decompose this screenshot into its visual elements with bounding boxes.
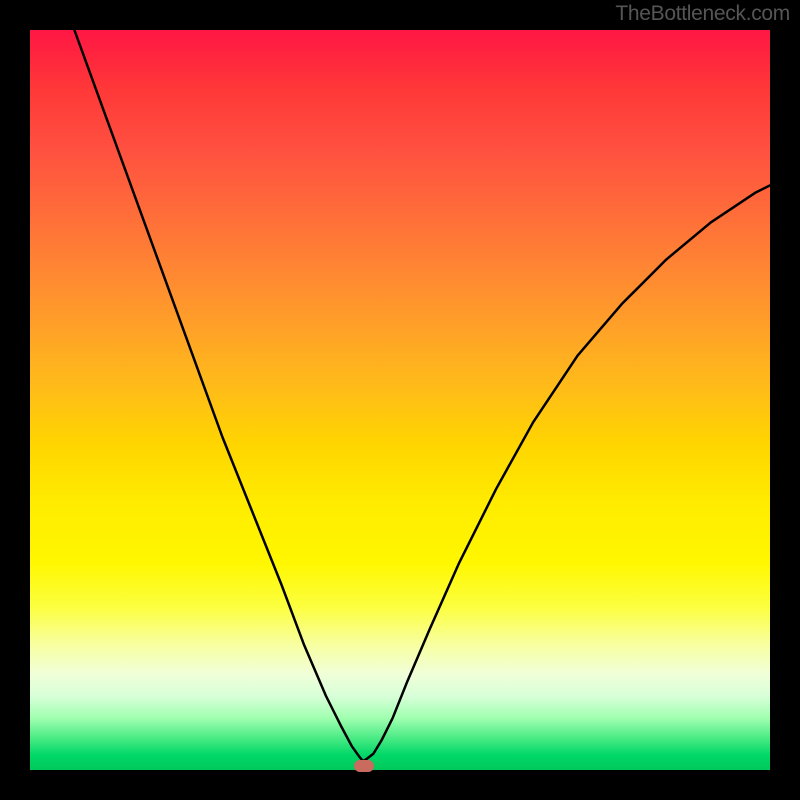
curve-layer [30,30,770,770]
optimal-point-marker [354,760,374,772]
watermark-text: TheBottleneck.com [615,2,790,26]
bottleneck-curve [74,30,770,761]
